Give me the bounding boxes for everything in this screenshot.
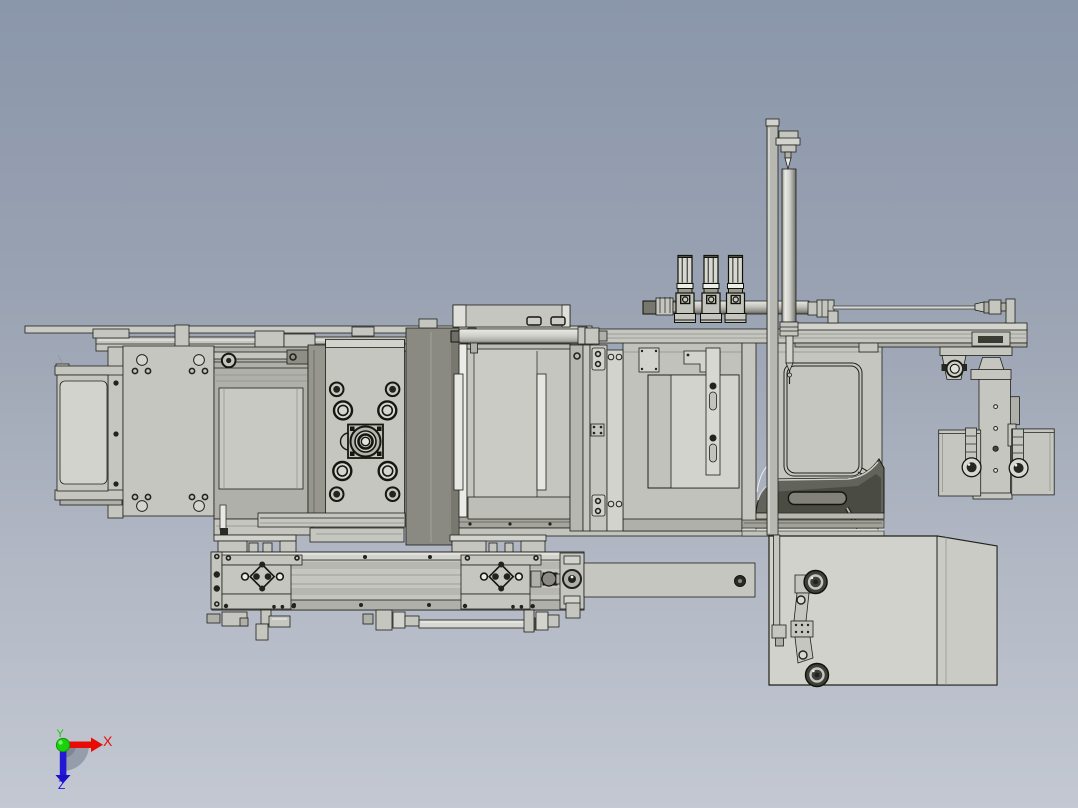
svg-text:Y: Y [57,728,65,740]
svg-text:Z: Z [58,778,65,792]
svg-text:X: X [103,733,113,749]
